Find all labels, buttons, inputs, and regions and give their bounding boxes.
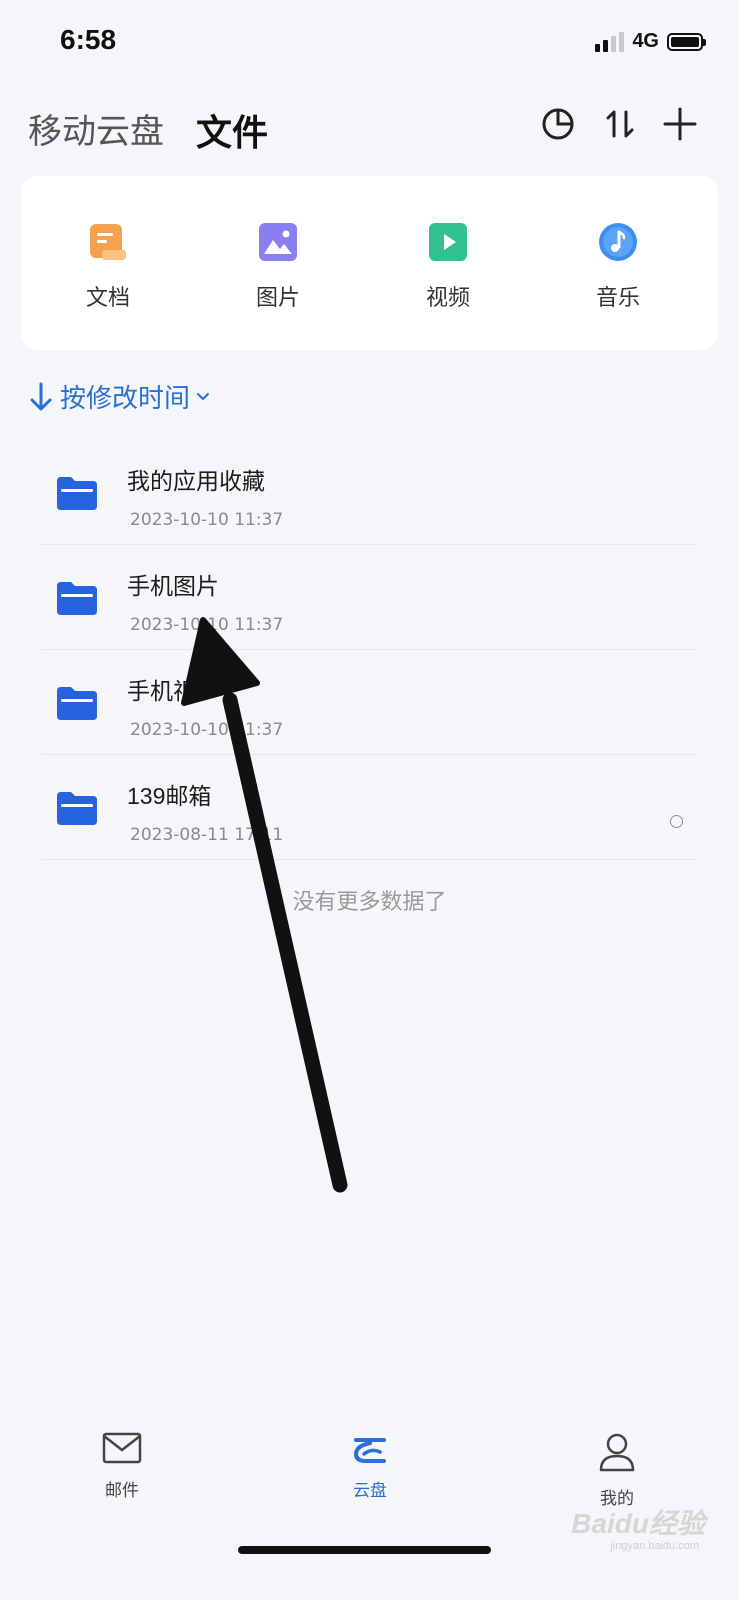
nav-mail[interactable]: 邮件 bbox=[62, 1432, 182, 1501]
nav-label: 邮件 bbox=[105, 1481, 139, 1500]
watermark-url: jingyan.baidu.com bbox=[610, 1540, 699, 1552]
nav-me[interactable]: 我的 bbox=[557, 1432, 677, 1509]
watermark: Baidu经验 bbox=[571, 1508, 705, 1539]
nav-cloud[interactable]: 云盘 bbox=[310, 1432, 430, 1501]
annotation-arrow-icon bbox=[181, 617, 348, 1193]
nav-label: 云盘 bbox=[353, 1481, 387, 1500]
mail-icon bbox=[102, 1432, 142, 1464]
user-icon bbox=[599, 1433, 635, 1472]
cloud-logo-icon bbox=[353, 1438, 386, 1463]
home-indicator[interactable] bbox=[238, 1546, 491, 1554]
